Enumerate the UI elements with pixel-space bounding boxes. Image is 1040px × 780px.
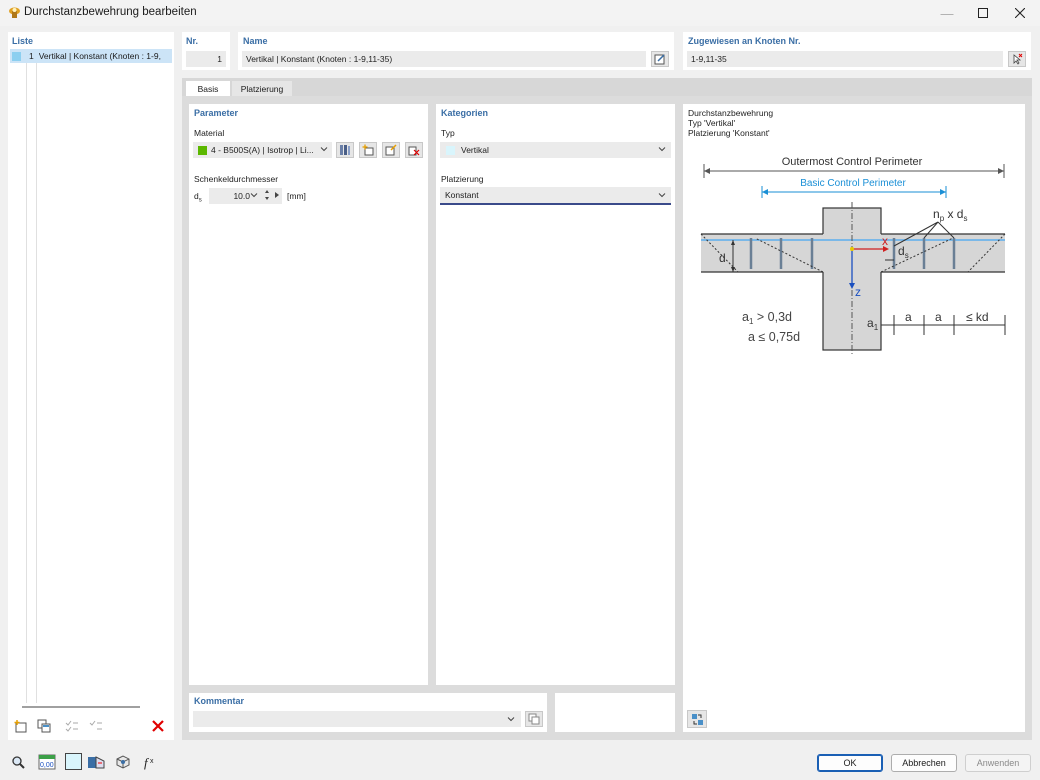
search-icon[interactable]: [9, 753, 27, 771]
function-icon[interactable]: fx: [141, 753, 159, 771]
placement-select[interactable]: Konstant: [440, 187, 671, 205]
type-value: Vertikal: [461, 145, 489, 155]
info-line-2: Typ 'Vertikal': [688, 118, 736, 128]
categories-header: Kategorien: [441, 108, 489, 118]
name-field[interactable]: Vertikal | Konstant (Knoten : 1-9,11-35): [242, 51, 646, 67]
minimize-icon[interactable]: —: [930, 0, 964, 26]
ds-symbol: ds: [194, 191, 202, 204]
condition-1: a1 > 0,3d: [742, 310, 792, 326]
list-item-color: [12, 51, 21, 61]
list-item-label: Vertikal | Konstant (Knoten : 1-9,: [38, 51, 161, 61]
nr-panel: Nr. 1: [182, 32, 230, 70]
diagram-options-icon[interactable]: [687, 710, 707, 728]
info-line-3: Platzierung 'Konstant': [688, 128, 770, 138]
assigned-panel: Zugewiesen an Knoten Nr. 1-9,11-35: [683, 32, 1031, 70]
ok-button[interactable]: OK: [817, 754, 883, 772]
list-panel: Liste 1 Vertikal | Konstant (Knoten : 1-…: [8, 32, 174, 740]
app-icon: [8, 6, 21, 19]
parameter-header: Parameter: [194, 108, 239, 118]
window-title: Durchstanzbewehrung bearbeiten: [24, 6, 197, 18]
assigned-label: Zugewiesen an Knoten Nr.: [688, 36, 801, 46]
placement-value: Konstant: [445, 190, 479, 200]
a-label-2: a: [935, 310, 942, 324]
diameter-input[interactable]: 10.0: [209, 188, 282, 204]
chevron-down-icon: [320, 145, 328, 155]
diameter-step-icon[interactable]: [274, 191, 280, 201]
categories-panel: Kategorien Typ Vertikal Platzierung Kons…: [436, 104, 675, 685]
copy-item-icon[interactable]: [35, 717, 53, 735]
name-label: Name: [243, 36, 268, 46]
material-select[interactable]: 4 - B500S(A) | Isotrop | Li...: [193, 142, 332, 158]
type-swatch: [446, 145, 455, 155]
diameter-label: Schenkeldurchmesser: [194, 174, 279, 184]
z-axis-label: z: [855, 285, 861, 299]
color-icon[interactable]: [65, 753, 82, 770]
blank-panel: [555, 693, 675, 732]
condition-2: a ≤ 0,75d: [748, 330, 800, 344]
edit-material-icon[interactable]: [382, 142, 400, 158]
new-material-icon[interactable]: [359, 142, 377, 158]
apply-button[interactable]: Anwenden: [965, 754, 1031, 772]
select-nodes-icon[interactable]: [1008, 51, 1026, 67]
diameter-dropdown-icon[interactable]: [250, 191, 258, 201]
assigned-nodes-field[interactable]: 1-9,11-35: [687, 51, 1003, 67]
nr-field[interactable]: 1: [186, 51, 226, 67]
cancel-button[interactable]: Abbrechen: [891, 754, 957, 772]
placement-label: Platzierung: [441, 174, 484, 184]
info-panel: Durchstanzbewehrung Typ 'Vertikal' Platz…: [683, 104, 1025, 732]
chevron-down-icon: [658, 191, 666, 201]
title-bar: Durchstanzbewehrung bearbeiten —: [0, 0, 1040, 26]
comment-label: Kommentar: [194, 696, 245, 706]
comment-copy-icon[interactable]: [525, 711, 543, 727]
units-icon[interactable]: 0,00: [37, 753, 57, 771]
tab-platzierung[interactable]: Platzierung: [232, 81, 292, 97]
kd-label: ≤ kd: [966, 310, 989, 324]
tab-basis[interactable]: Basis: [186, 81, 230, 97]
basic-perimeter-label: Basic Control Perimeter: [800, 178, 906, 189]
info-line-1: Durchstanzbewehrung: [688, 108, 774, 118]
comment-input[interactable]: [193, 711, 521, 727]
name-panel: Name Vertikal | Konstant (Knoten : 1-9,1…: [238, 32, 674, 70]
chevron-down-icon[interactable]: [507, 715, 515, 725]
diameter-spinner-icon[interactable]: [264, 189, 270, 203]
list-item[interactable]: 1 Vertikal | Konstant (Knoten : 1-9,: [10, 49, 172, 63]
np-label: np x ds: [933, 207, 967, 223]
check-all-icon[interactable]: [63, 717, 81, 735]
close-icon[interactable]: [1003, 0, 1037, 26]
a-label-1: a: [905, 310, 912, 324]
x-axis-label: x: [882, 234, 888, 248]
svg-text:0,00: 0,00: [40, 762, 54, 769]
parameter-panel: Parameter Material 4 - B500S(A) | Isotro…: [189, 104, 428, 685]
edit-name-icon[interactable]: [651, 51, 669, 67]
uncheck-all-icon[interactable]: [87, 717, 105, 735]
material-color-swatch: [198, 145, 207, 155]
new-item-icon[interactable]: [12, 717, 30, 735]
svg-text:x: x: [150, 758, 154, 765]
comment-panel: Kommentar: [189, 693, 547, 732]
list-item-number: 1: [29, 51, 34, 61]
maximize-icon[interactable]: [966, 0, 1000, 26]
chevron-down-icon: [658, 145, 666, 155]
delete-material-icon[interactable]: [405, 142, 423, 158]
model-icon[interactable]: [86, 753, 106, 771]
horizontal-scrollbar[interactable]: [22, 706, 140, 708]
diameter-unit: [mm]: [287, 191, 306, 201]
view-icon[interactable]: [114, 753, 132, 771]
nr-label: Nr.: [186, 36, 199, 46]
list-header: Liste: [12, 36, 34, 46]
material-value: 4 - B500S(A) | Isotrop | Li...: [211, 145, 314, 155]
material-label: Material: [194, 128, 225, 138]
punching-shear-diagram: Outermost Control Perimeter Basic Contro…: [700, 156, 1006, 355]
material-library-icon[interactable]: [336, 142, 354, 158]
d-label: d: [719, 251, 726, 265]
type-select[interactable]: Vertikal: [440, 142, 671, 158]
delete-icon[interactable]: [149, 717, 167, 735]
outer-perimeter-label: Outermost Control Perimeter: [782, 156, 923, 168]
type-label: Typ: [441, 128, 455, 138]
tab-bar: [182, 78, 1032, 96]
